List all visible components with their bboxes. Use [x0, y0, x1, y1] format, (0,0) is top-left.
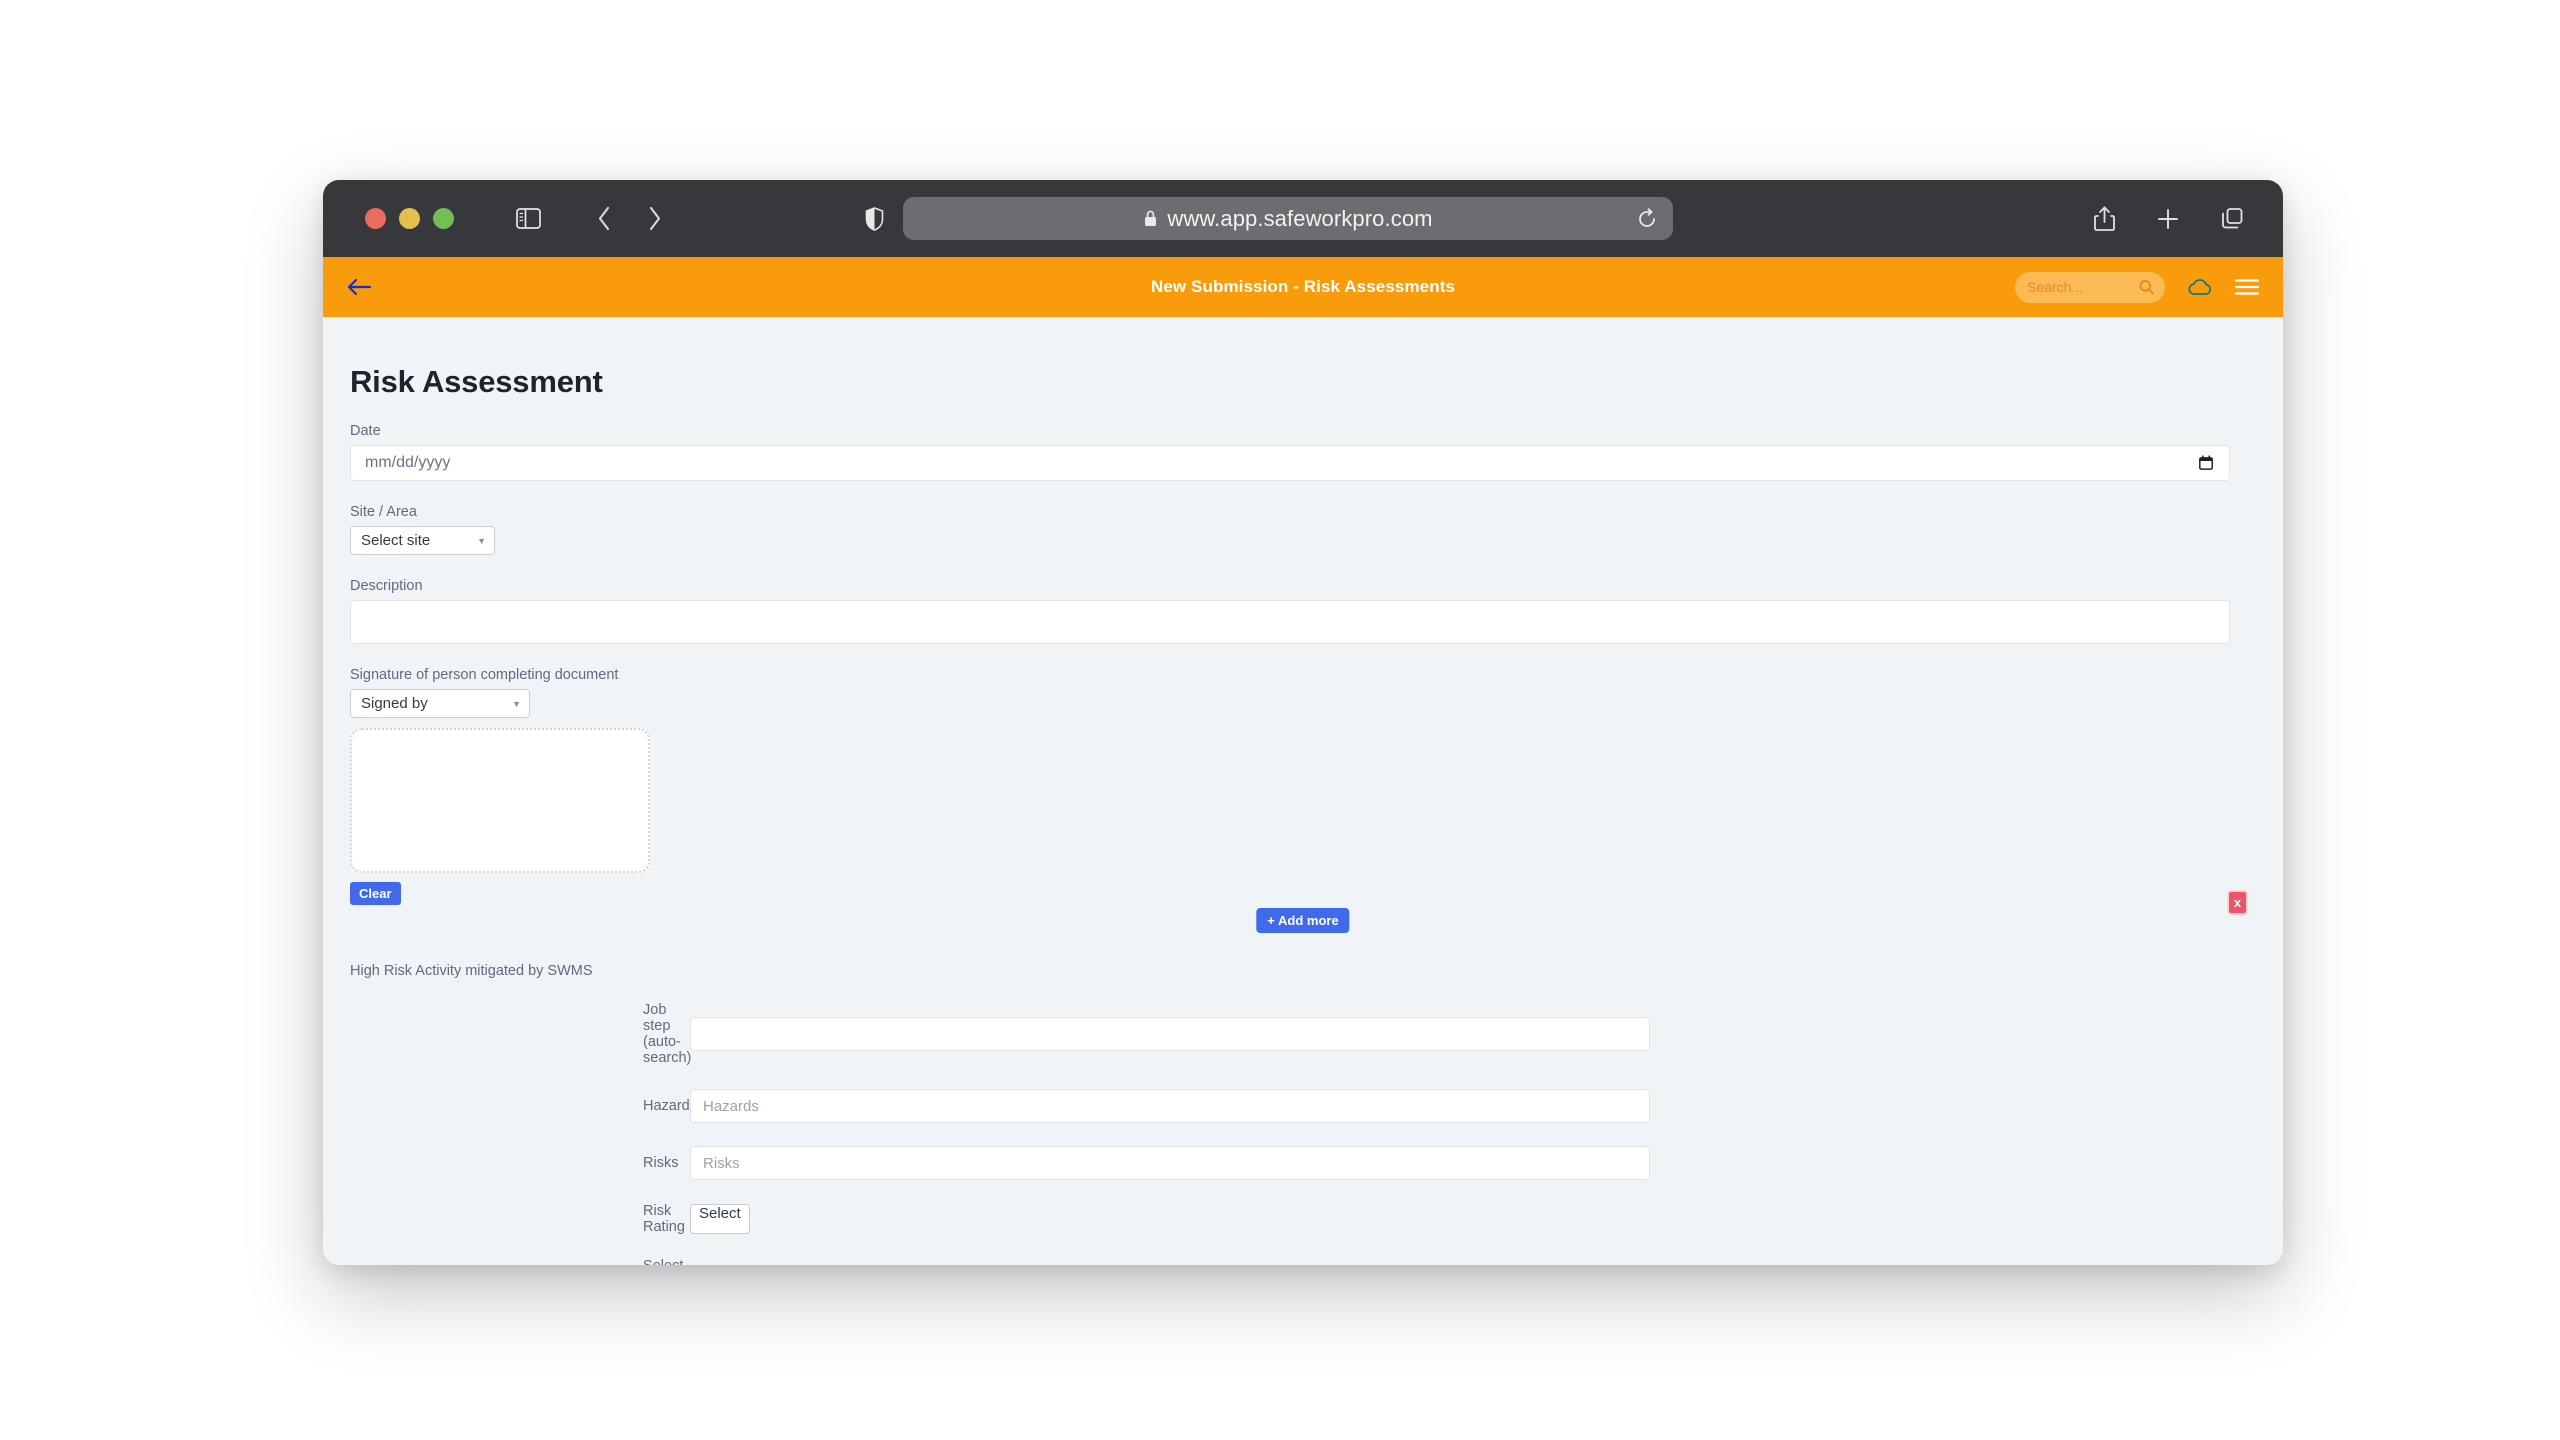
hazards-input[interactable] [690, 1089, 1650, 1123]
calendar-icon[interactable] [2199, 455, 2213, 471]
description-input[interactable] [350, 600, 2230, 644]
row-actions: + Add more x [350, 890, 2256, 938]
risks-label: Risks [643, 1155, 679, 1171]
browser-toolbar: www.app.safeworkpro.com [323, 180, 2283, 257]
hazards-label: Hazards [643, 1098, 697, 1114]
reload-icon[interactable] [1634, 206, 1660, 232]
date-field-row: mm/dd/yyyy [350, 445, 2256, 481]
swms-row-safety-procedure: Select a Safety Procedure Please select … [350, 1258, 2256, 1265]
privacy-shield-icon[interactable] [853, 198, 895, 240]
swms-row-hazards: Hazards [350, 1089, 2256, 1123]
add-more-button[interactable]: + Add more [1256, 908, 1350, 933]
date-placeholder: mm/dd/yyyy [365, 454, 451, 471]
signed-by-select[interactable]: Signed by [350, 689, 530, 718]
signed-by-value: Signed by [361, 695, 428, 712]
chevron-right-icon[interactable] [633, 198, 675, 240]
site-select-wrapper: Select site ▼ [350, 526, 495, 555]
address-bar-content: www.app.safeworkpro.com [1143, 206, 1432, 232]
date-label: Date [350, 423, 381, 439]
close-window-button[interactable] [365, 208, 386, 229]
clear-signature-button[interactable]: Clear [350, 882, 401, 905]
risks-field [690, 1146, 1650, 1180]
share-icon[interactable] [2083, 198, 2125, 240]
cloud-icon[interactable] [2187, 277, 2213, 297]
swms-section-label: High Risk Activity mitigated by SWMS [350, 963, 593, 979]
date-input[interactable]: mm/dd/yyyy [350, 445, 2230, 481]
hazards-field [690, 1089, 1650, 1123]
job-step-input[interactable] [690, 1017, 1650, 1051]
safety-procedure-label: Select a Safety Procedure [350, 1258, 690, 1265]
risks-input[interactable] [690, 1146, 1650, 1180]
page-title: Risk Assessment [350, 364, 603, 399]
risk-rating-select[interactable]: Select [690, 1204, 750, 1234]
window-traffic-lights [365, 208, 454, 229]
app-header: New Submission - Risk Assessments [323, 257, 2283, 317]
app-header-actions [2015, 271, 2259, 303]
search-icon [2139, 280, 2154, 295]
signature-label: Signature of person completing document [350, 667, 619, 683]
plus-icon[interactable] [2147, 198, 2189, 240]
minimize-window-button[interactable] [399, 208, 420, 229]
search-box[interactable] [2015, 271, 2165, 303]
signed-by-wrapper: Signed by ▼ [350, 689, 530, 718]
tab-overview-icon[interactable] [2211, 198, 2253, 240]
screen-root: www.app.safeworkpro.com New Submission -… [0, 0, 2560, 1440]
description-label: Description [350, 578, 423, 594]
address-bar-url: www.app.safeworkpro.com [1167, 205, 1433, 231]
browser-window: www.app.safeworkpro.com New Submission -… [323, 180, 2283, 1265]
search-input[interactable] [2027, 279, 2137, 295]
swms-row-job-step: Job step (auto-search) [350, 1002, 2256, 1066]
job-step-label: Job step (auto-search) [643, 1002, 692, 1066]
swms-row-risk-rating: Risk Rating Select [350, 1203, 2256, 1235]
page-content: Risk Assessment Date mm/dd/yyyy Site / A… [323, 317, 2283, 1265]
browser-toolbar-right [2083, 180, 2253, 257]
chevron-left-icon[interactable] [583, 198, 625, 240]
risk-rating-field: Select [690, 1204, 750, 1234]
hamburger-menu-icon[interactable] [2235, 278, 2259, 296]
delete-row-button[interactable]: x [2227, 890, 2248, 915]
site-area-label: Site / Area [350, 504, 417, 520]
page-header-title: New Submission - Risk Assessments [1150, 277, 1456, 296]
risk-rating-label: Risk Rating [643, 1203, 685, 1235]
job-step-field [690, 1017, 1650, 1051]
sidebar-toggle-icon[interactable] [507, 198, 549, 240]
site-select[interactable]: Select site [350, 526, 495, 555]
maximize-window-button[interactable] [433, 208, 454, 229]
site-select-value: Select site [361, 532, 431, 549]
swms-row-risks: Risks [350, 1146, 2256, 1180]
signature-canvas[interactable] [350, 728, 650, 873]
address-bar[interactable]: www.app.safeworkpro.com [903, 197, 1673, 240]
risk-rating-value: Select [699, 1205, 741, 1222]
lock-icon [1145, 210, 1157, 226]
